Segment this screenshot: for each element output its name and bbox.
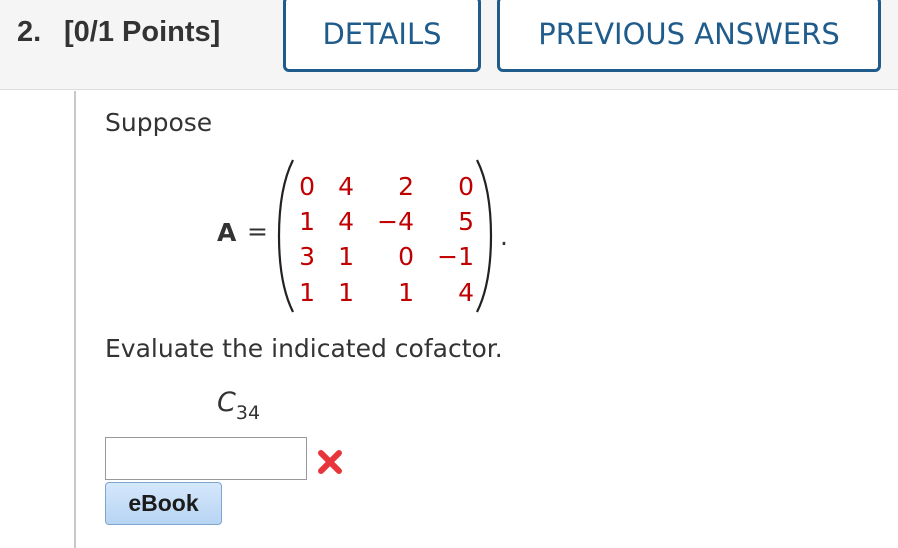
x-mark-icon — [318, 450, 342, 474]
question-instruction: Evaluate the indicated cofactor. — [105, 334, 503, 363]
right-parenthesis — [476, 159, 493, 313]
sentence-period: . — [500, 222, 508, 251]
matrix-cell: 4 — [458, 278, 474, 307]
cofactor-subscript: 34 — [235, 402, 261, 424]
matrix-cell: 1 — [398, 278, 414, 307]
answer-input[interactable] — [105, 437, 307, 480]
question-intro: Suppose — [105, 108, 213, 137]
content-divider — [74, 91, 76, 548]
matrix-cell: 1 — [338, 278, 354, 307]
matrix-cell: 0 — [458, 172, 474, 201]
details-button[interactable]: DETAILS — [283, 0, 481, 72]
matrix-cell: 4 — [338, 207, 354, 236]
matrix-cell: 1 — [338, 242, 354, 271]
matrix-cell: −1 — [437, 242, 474, 271]
cofactor-letter: C — [217, 387, 236, 418]
matrix-cell: 5 — [458, 207, 474, 236]
question-header: 2. [0/1 Points] DETAILS PREVIOUS ANSWERS — [0, 0, 898, 90]
matrix-cell: −4 — [377, 207, 414, 236]
question-number: 2. — [17, 16, 42, 48]
previous-answers-button[interactable]: PREVIOUS ANSWERS — [497, 0, 881, 72]
matrix-name: A — [217, 218, 237, 247]
ebook-button[interactable]: eBook — [105, 482, 222, 525]
cofactor-label: C34 — [217, 387, 260, 424]
matrix-cell: 0 — [398, 242, 414, 271]
matrix-cell: 2 — [398, 172, 414, 201]
matrix-cell: 4 — [338, 172, 354, 201]
question-points: [0/1 Points] — [64, 16, 221, 48]
